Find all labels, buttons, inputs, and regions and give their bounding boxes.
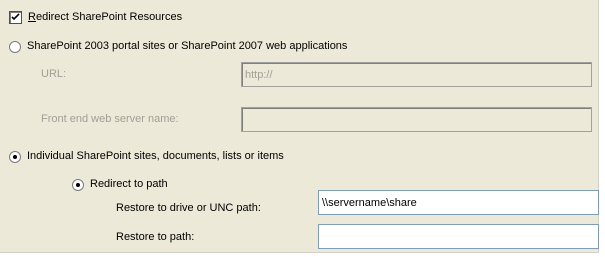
frontend-server-label: Front end web server name:	[41, 113, 179, 125]
frontend-label-row: Front end web server name:	[41, 113, 179, 126]
redirect-to-path-radio[interactable]	[72, 178, 84, 191]
restore-path-label: Restore to path:	[116, 231, 195, 243]
label-rest: edirect SharePoint Resources	[35, 11, 183, 23]
individual-option-radio[interactable]	[9, 150, 21, 163]
url-input[interactable]	[241, 62, 592, 87]
restore-drive-label-row: Restore to drive or UNC path:	[116, 202, 261, 215]
individual-option-label: Individual SharePoint sites, documents, …	[27, 150, 284, 162]
redirect-to-path-label: Redirect to path	[90, 178, 168, 190]
frontend-server-input[interactable]	[241, 107, 592, 132]
restore-drive-input[interactable]	[318, 190, 599, 215]
portal-option-row[interactable]: SharePoint 2003 portal sites or SharePoi…	[9, 40, 347, 53]
portal-option-radio[interactable]	[9, 40, 21, 53]
restore-path-input[interactable]	[318, 224, 599, 249]
restore-drive-label: Restore to drive or UNC path:	[116, 202, 261, 214]
redirect-sharepoint-resources-label: Redirect SharePoint Resources	[28, 11, 182, 24]
radio-selected-dot	[76, 182, 80, 187]
url-label-row: URL:	[41, 68, 66, 81]
restore-path-label-row: Restore to path:	[116, 231, 194, 244]
redirect-to-path-row[interactable]: Redirect to path	[72, 178, 168, 191]
accelerator-letter: R	[28, 11, 36, 23]
redirect-sharepoint-resources-checkbox-row[interactable]: Redirect SharePoint Resources	[9, 11, 182, 24]
redirect-sharepoint-resources-checkbox[interactable]	[9, 11, 22, 24]
individual-option-row[interactable]: Individual SharePoint sites, documents, …	[9, 150, 284, 163]
checkmark-icon	[11, 13, 20, 21]
url-label: URL:	[41, 68, 67, 80]
redirect-options-panel: Redirect SharePoint Resources SharePoint…	[0, 0, 599, 253]
portal-option-label: SharePoint 2003 portal sites or SharePoi…	[27, 40, 348, 52]
radio-selected-dot	[13, 154, 17, 159]
